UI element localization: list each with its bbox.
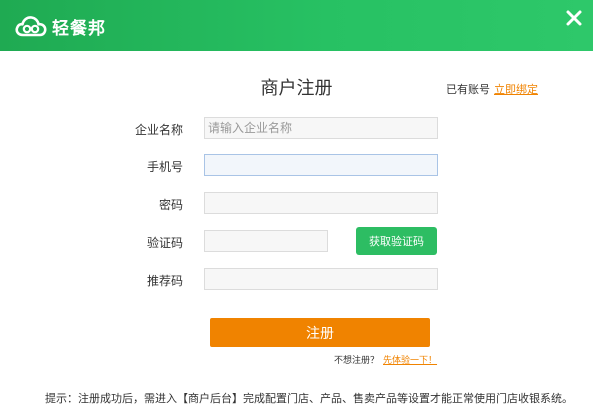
password-label: 密码	[158, 198, 183, 212]
brand-name: 轻餐邦	[52, 18, 106, 39]
password-row: 密码	[0, 192, 593, 216]
code-row: 验证码 获取验证码	[0, 227, 593, 255]
tip-text: 提示：注册成功后，需进入【商户后台】完成配置门店、产品、售卖产品等设置才能正常使…	[45, 392, 573, 405]
referrer-row: 推荐码	[0, 268, 593, 292]
get-code-button[interactable]: 获取验证码	[356, 227, 437, 255]
cloud-logo-icon	[15, 16, 47, 37]
title-bar: 轻餐邦	[0, 0, 593, 51]
phone-input[interactable]	[204, 154, 438, 176]
company-label: 企业名称	[134, 123, 183, 137]
bind-now-link[interactable]: 立即绑定	[494, 83, 538, 96]
trial-link[interactable]: 先体验一下！	[383, 356, 437, 366]
phone-label: 手机号	[146, 160, 183, 174]
close-button[interactable]	[563, 7, 585, 29]
close-icon[interactable]	[563, 7, 585, 29]
brand-logo: 轻餐邦	[14, 14, 106, 39]
code-label: 验证码	[146, 236, 183, 250]
phone-row: 手机号	[0, 154, 593, 178]
company-row: 企业名称	[0, 117, 593, 141]
referrer-label: 推荐码	[146, 274, 183, 288]
trial-text: 不想注册？	[334, 356, 380, 366]
password-input[interactable]	[204, 192, 438, 214]
verification-code-input[interactable]	[204, 230, 328, 252]
trial-area: 不想注册？ 先体验一下！	[334, 353, 437, 366]
company-name-input[interactable]	[204, 117, 438, 139]
have-account-area: 已有账号 立即绑定	[446, 81, 538, 97]
referral-code-input[interactable]	[204, 268, 438, 290]
have-account-text: 已有账号	[446, 83, 490, 96]
register-button[interactable]: 注册	[210, 318, 430, 347]
